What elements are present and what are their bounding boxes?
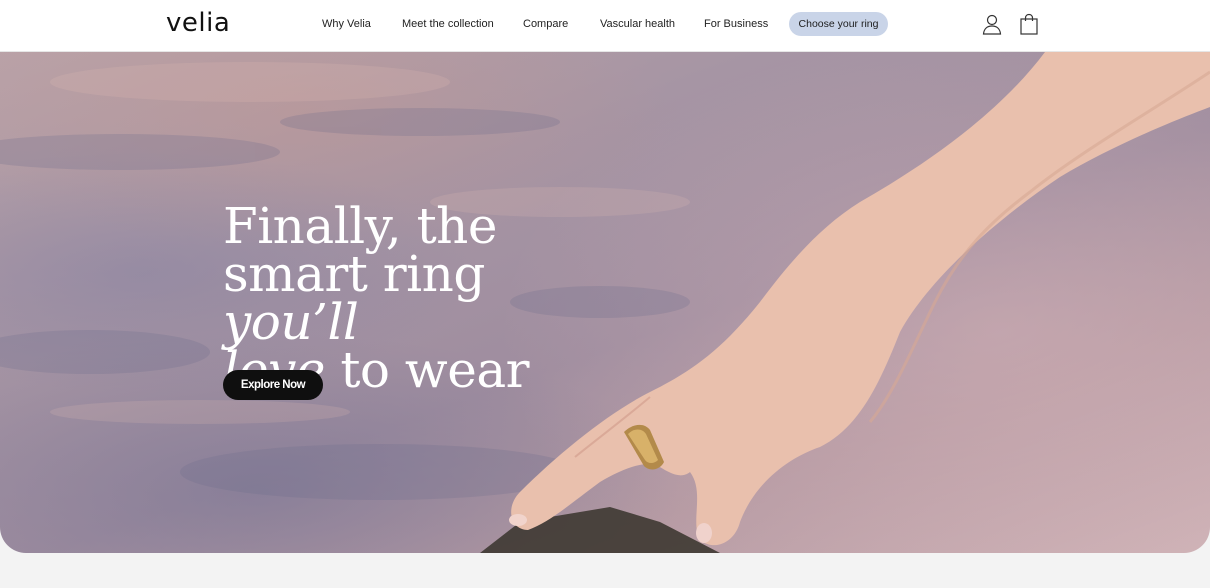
nav-link-meet-the-collection[interactable]: Meet the collection bbox=[402, 17, 494, 31]
shopping-bag-icon[interactable] bbox=[1018, 13, 1040, 35]
choose-your-ring-button[interactable]: Choose your ring bbox=[789, 12, 888, 36]
hero-headline: Finally, the smart ring you’ll love to w… bbox=[223, 201, 603, 395]
account-icon[interactable] bbox=[981, 13, 1003, 35]
hero-banner: Finally, the smart ring you’ll love to w… bbox=[0, 52, 1210, 553]
nav-link-for-business[interactable]: For Business bbox=[704, 17, 768, 31]
nav-link-compare[interactable]: Compare bbox=[523, 17, 568, 31]
nav-link-why-velia[interactable]: Why Velia bbox=[322, 17, 371, 31]
nav-link-vascular-health[interactable]: Vascular health bbox=[600, 17, 675, 31]
explore-now-button[interactable]: Explore Now bbox=[223, 370, 323, 400]
hero-image-hand-with-ring bbox=[0, 52, 1210, 553]
headline-line-3-regular: to wear bbox=[340, 341, 530, 399]
velia-logo[interactable]: velia bbox=[166, 8, 230, 38]
top-navigation-bar: velia Why Velia Meet the collection Comp… bbox=[0, 0, 1210, 52]
